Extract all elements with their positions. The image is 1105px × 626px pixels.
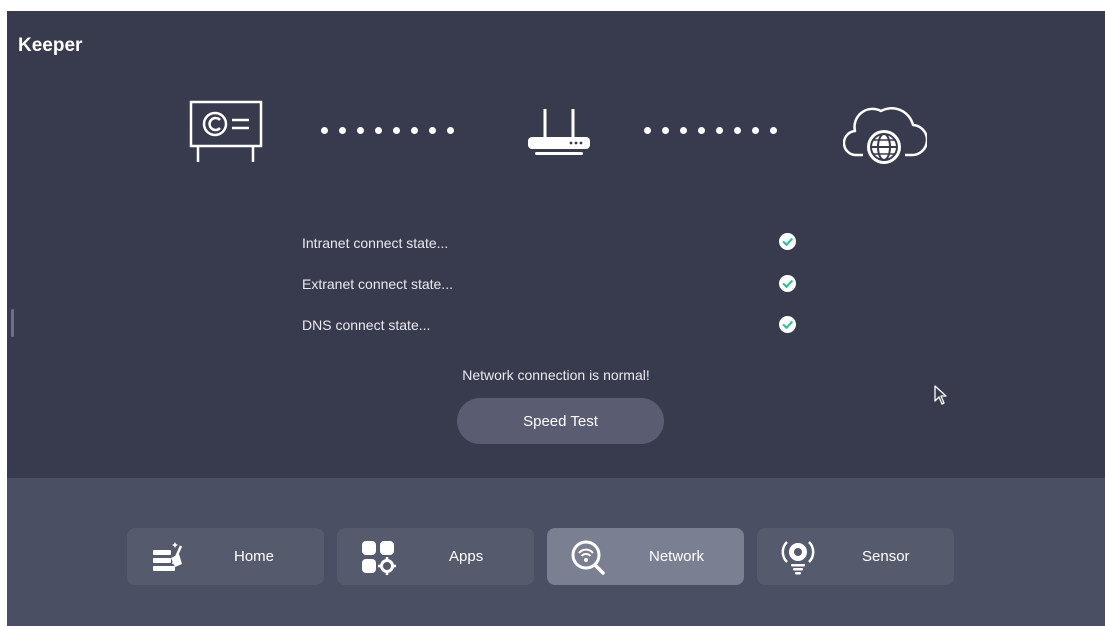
dot (734, 127, 741, 134)
cloud-globe-icon (843, 107, 927, 164)
network-search-icon (571, 540, 605, 575)
dot (393, 127, 400, 134)
display-board-icon (189, 100, 263, 162)
check-circle-icon (779, 316, 796, 333)
nav-sensor-button[interactable]: Sensor (757, 528, 954, 585)
edge-handle (11, 309, 14, 337)
dot (662, 127, 669, 134)
nav-home-button[interactable]: Home (127, 528, 324, 585)
check-circle-icon (779, 275, 796, 292)
dot (447, 127, 454, 134)
dot (375, 127, 382, 134)
dot (357, 127, 364, 134)
home-clean-icon (153, 542, 183, 571)
nav-apps-button[interactable]: Apps (337, 528, 534, 585)
dns-state-label: DNS connect state... (302, 317, 431, 333)
nav-network-button[interactable]: Network (547, 528, 744, 585)
nav-apps-label: Apps (449, 548, 484, 565)
dot (716, 127, 723, 134)
apps-grid-icon (362, 541, 396, 575)
dot (680, 127, 687, 134)
check-circle-icon (779, 233, 796, 250)
intranet-state-label: Intranet connect state... (302, 235, 449, 251)
dot (339, 127, 346, 134)
connection-dots-left (321, 127, 454, 134)
keeper-screen: Keeper Intranet connect state... Extrane… (7, 11, 1105, 626)
dot (770, 127, 777, 134)
dot (429, 127, 436, 134)
network-status-message: Network connection is normal! (462, 367, 650, 383)
dot (698, 127, 705, 134)
router-icon (528, 109, 590, 155)
dot (752, 127, 759, 134)
dot (644, 127, 651, 134)
bottom-nav-bar: Home Apps Network Sensor (7, 478, 1105, 626)
connection-dots-right (644, 127, 777, 134)
dot (411, 127, 418, 134)
nav-network-label: Network (649, 548, 705, 565)
sensor-icon (781, 541, 815, 575)
nav-home-label: Home (234, 548, 275, 565)
mouse-cursor-icon (934, 385, 947, 405)
extranet-state-label: Extranet connect state... (302, 276, 453, 292)
dot (321, 127, 328, 134)
app-title: Keeper (18, 35, 83, 56)
speed-test-button[interactable]: Speed Test (457, 398, 664, 444)
nav-sensor-label: Sensor (862, 548, 910, 565)
